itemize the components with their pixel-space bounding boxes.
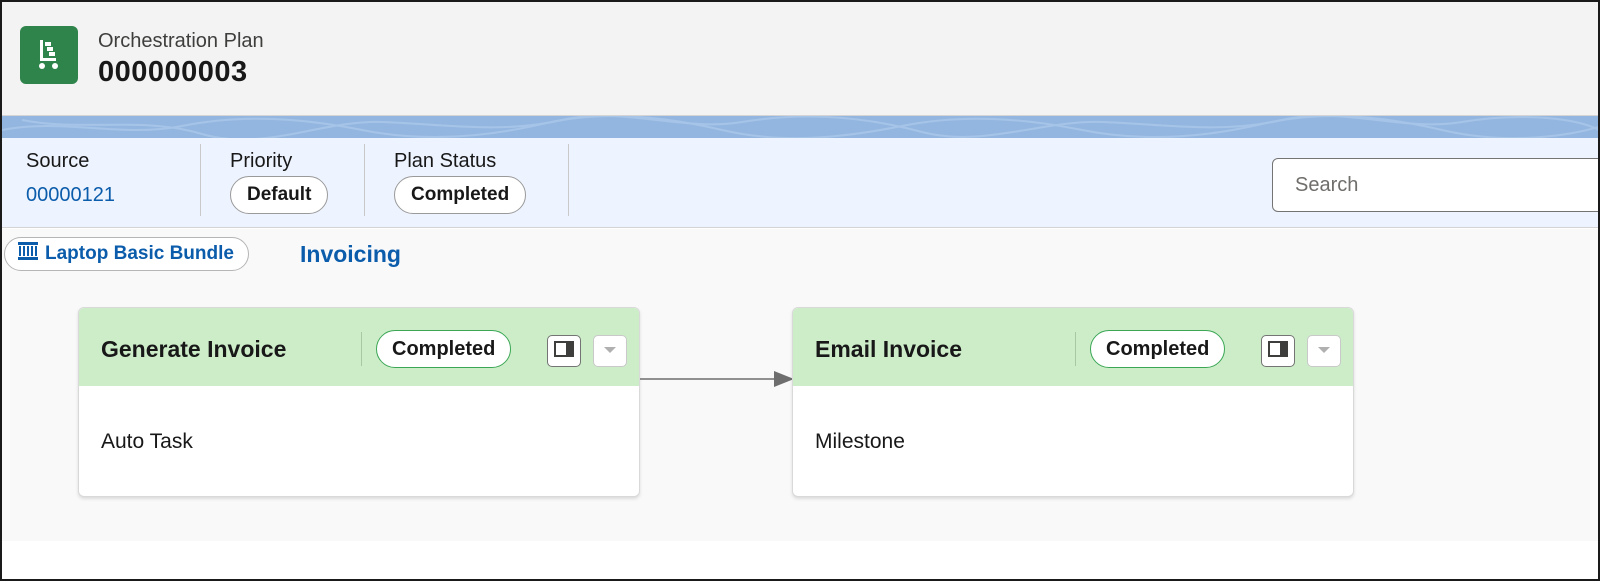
source-field: Source 00000121 [26,138,196,228]
product-bundle-icon [17,241,39,267]
priority-field: Priority Default [230,138,360,228]
open-panel-button[interactable] [1261,335,1295,367]
header-divider [1075,332,1076,366]
bundle-pill[interactable]: Laptop Basic Bundle [4,237,249,271]
bundle-label: Laptop Basic Bundle [45,243,234,264]
step-card-header: Generate Invoice Completed [79,308,639,386]
step-title: Email Invoice [815,336,963,362]
side-panel-icon [1268,340,1288,362]
step-type: Milestone [815,430,905,453]
source-label: Source [26,150,90,172]
stage-title: Invoicing [300,241,401,267]
step-card-generate-invoice[interactable]: Generate Invoice Completed Auto Task [78,307,640,497]
search-input[interactable] [1272,158,1598,212]
open-panel-button[interactable] [547,335,581,367]
plan-status-label: Plan Status [394,150,497,172]
step-connector-arrow [640,371,794,387]
priority-label: Priority [230,150,293,172]
step-status-badge: Completed [1090,330,1226,368]
orchestration-canvas: Laptop Basic Bundle Invoicing Generate I… [2,229,1598,541]
step-menu-button[interactable] [593,335,627,367]
field-divider [364,144,365,216]
step-title: Generate Invoice [101,336,287,362]
plan-status-badge: Completed [394,176,527,214]
header-divider [361,332,362,366]
object-label: Orchestration Plan [98,30,264,52]
step-status-badge: Completed [376,330,512,368]
orchestration-plan-icon [20,26,78,84]
field-divider [568,144,569,216]
record-header: Orchestration Plan 000000003 [2,2,1598,116]
chevron-down-icon [603,342,617,360]
step-card-email-invoice[interactable]: Email Invoice Completed Milestone [792,307,1354,497]
decorative-banner [2,116,1598,138]
chevron-down-icon [1317,342,1331,360]
step-card-header: Email Invoice Completed [793,308,1353,386]
source-link[interactable]: 00000121 [26,184,115,207]
orchestration-plan-page: Orchestration Plan 000000003 Source 0000… [0,0,1600,581]
side-panel-icon [554,340,574,362]
field-divider [200,144,201,216]
record-name: 000000003 [98,56,248,88]
step-menu-button[interactable] [1307,335,1341,367]
plan-status-field: Plan Status Completed [394,138,564,228]
step-type: Auto Task [101,430,193,453]
priority-badge: Default [230,176,329,214]
